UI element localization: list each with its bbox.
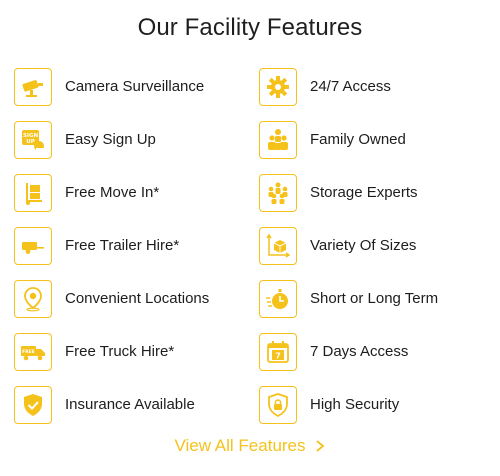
feature-label: Variety Of Sizes bbox=[310, 237, 417, 254]
feature-24-7-access: 24/7 Access bbox=[259, 60, 484, 113]
hand-truck-icon bbox=[14, 173, 52, 212]
box-sizes-icon bbox=[259, 226, 297, 265]
shield-check-icon bbox=[14, 385, 52, 424]
feature-family-owned: Family Owned bbox=[259, 113, 484, 166]
feature-insurance-available: Insurance Available bbox=[14, 378, 259, 431]
trailer-icon bbox=[14, 226, 52, 265]
feature-label: Convenient Locations bbox=[65, 290, 210, 307]
view-all-features-label: View All Features bbox=[174, 436, 306, 455]
feature-short-or-long-term: Short or Long Term bbox=[259, 272, 484, 325]
gear-icon bbox=[259, 67, 297, 106]
feature-label: Free Trailer Hire* bbox=[65, 237, 180, 254]
feature-label: High Security bbox=[310, 396, 400, 413]
svg-text:FREE: FREE bbox=[22, 349, 35, 355]
feature-label: Short or Long Term bbox=[310, 290, 439, 307]
features-grid: Camera Surveillance 24/7 Access SIGN UP E… bbox=[14, 60, 484, 431]
family-icon bbox=[259, 120, 297, 159]
stopwatch-icon bbox=[259, 279, 297, 318]
feature-label: Free Truck Hire* bbox=[65, 343, 175, 360]
truck-icon: FREE bbox=[14, 332, 52, 371]
team-icon bbox=[259, 173, 297, 212]
feature-high-security: High Security bbox=[259, 378, 484, 431]
facility-features-section: Our Facility Features Camera Surveillanc… bbox=[0, 0, 500, 476]
feature-easy-sign-up: SIGN UP Easy Sign Up bbox=[14, 113, 259, 166]
shield-lock-icon bbox=[259, 385, 297, 424]
feature-storage-experts: Storage Experts bbox=[259, 166, 484, 219]
sign-up-icon: SIGN UP bbox=[14, 120, 52, 159]
svg-text:UP: UP bbox=[26, 139, 35, 145]
feature-free-truck-hire: FREE Free Truck Hire* bbox=[14, 325, 259, 378]
feature-free-move-in: Free Move In* bbox=[14, 166, 259, 219]
feature-label: Insurance Available bbox=[65, 396, 195, 413]
feature-label: 7 Days Access bbox=[310, 343, 409, 360]
location-pin-icon bbox=[14, 279, 52, 318]
feature-7-days-access: 7 7 Days Access bbox=[259, 325, 484, 378]
feature-camera-surveillance: Camera Surveillance bbox=[14, 60, 259, 113]
view-all-features-link[interactable]: View All Features bbox=[174, 436, 325, 456]
feature-label: Camera Surveillance bbox=[65, 78, 205, 95]
feature-free-trailer-hire: Free Trailer Hire* bbox=[14, 219, 259, 272]
feature-convenient-locations: Convenient Locations bbox=[14, 272, 259, 325]
feature-label: Free Move In* bbox=[65, 184, 160, 201]
svg-text:7: 7 bbox=[275, 351, 281, 360]
feature-label: 24/7 Access bbox=[310, 78, 391, 95]
chevron-right-icon bbox=[315, 440, 324, 452]
feature-label: Storage Experts bbox=[310, 184, 418, 201]
feature-label: Easy Sign Up bbox=[65, 131, 156, 148]
section-title: Our Facility Features bbox=[137, 14, 363, 41]
feature-label: Family Owned bbox=[310, 131, 406, 148]
camera-icon bbox=[14, 67, 52, 106]
view-all-features-container: View All Features bbox=[0, 436, 500, 456]
feature-variety-of-sizes: Variety Of Sizes bbox=[259, 219, 484, 272]
calendar-icon: 7 bbox=[259, 332, 297, 371]
